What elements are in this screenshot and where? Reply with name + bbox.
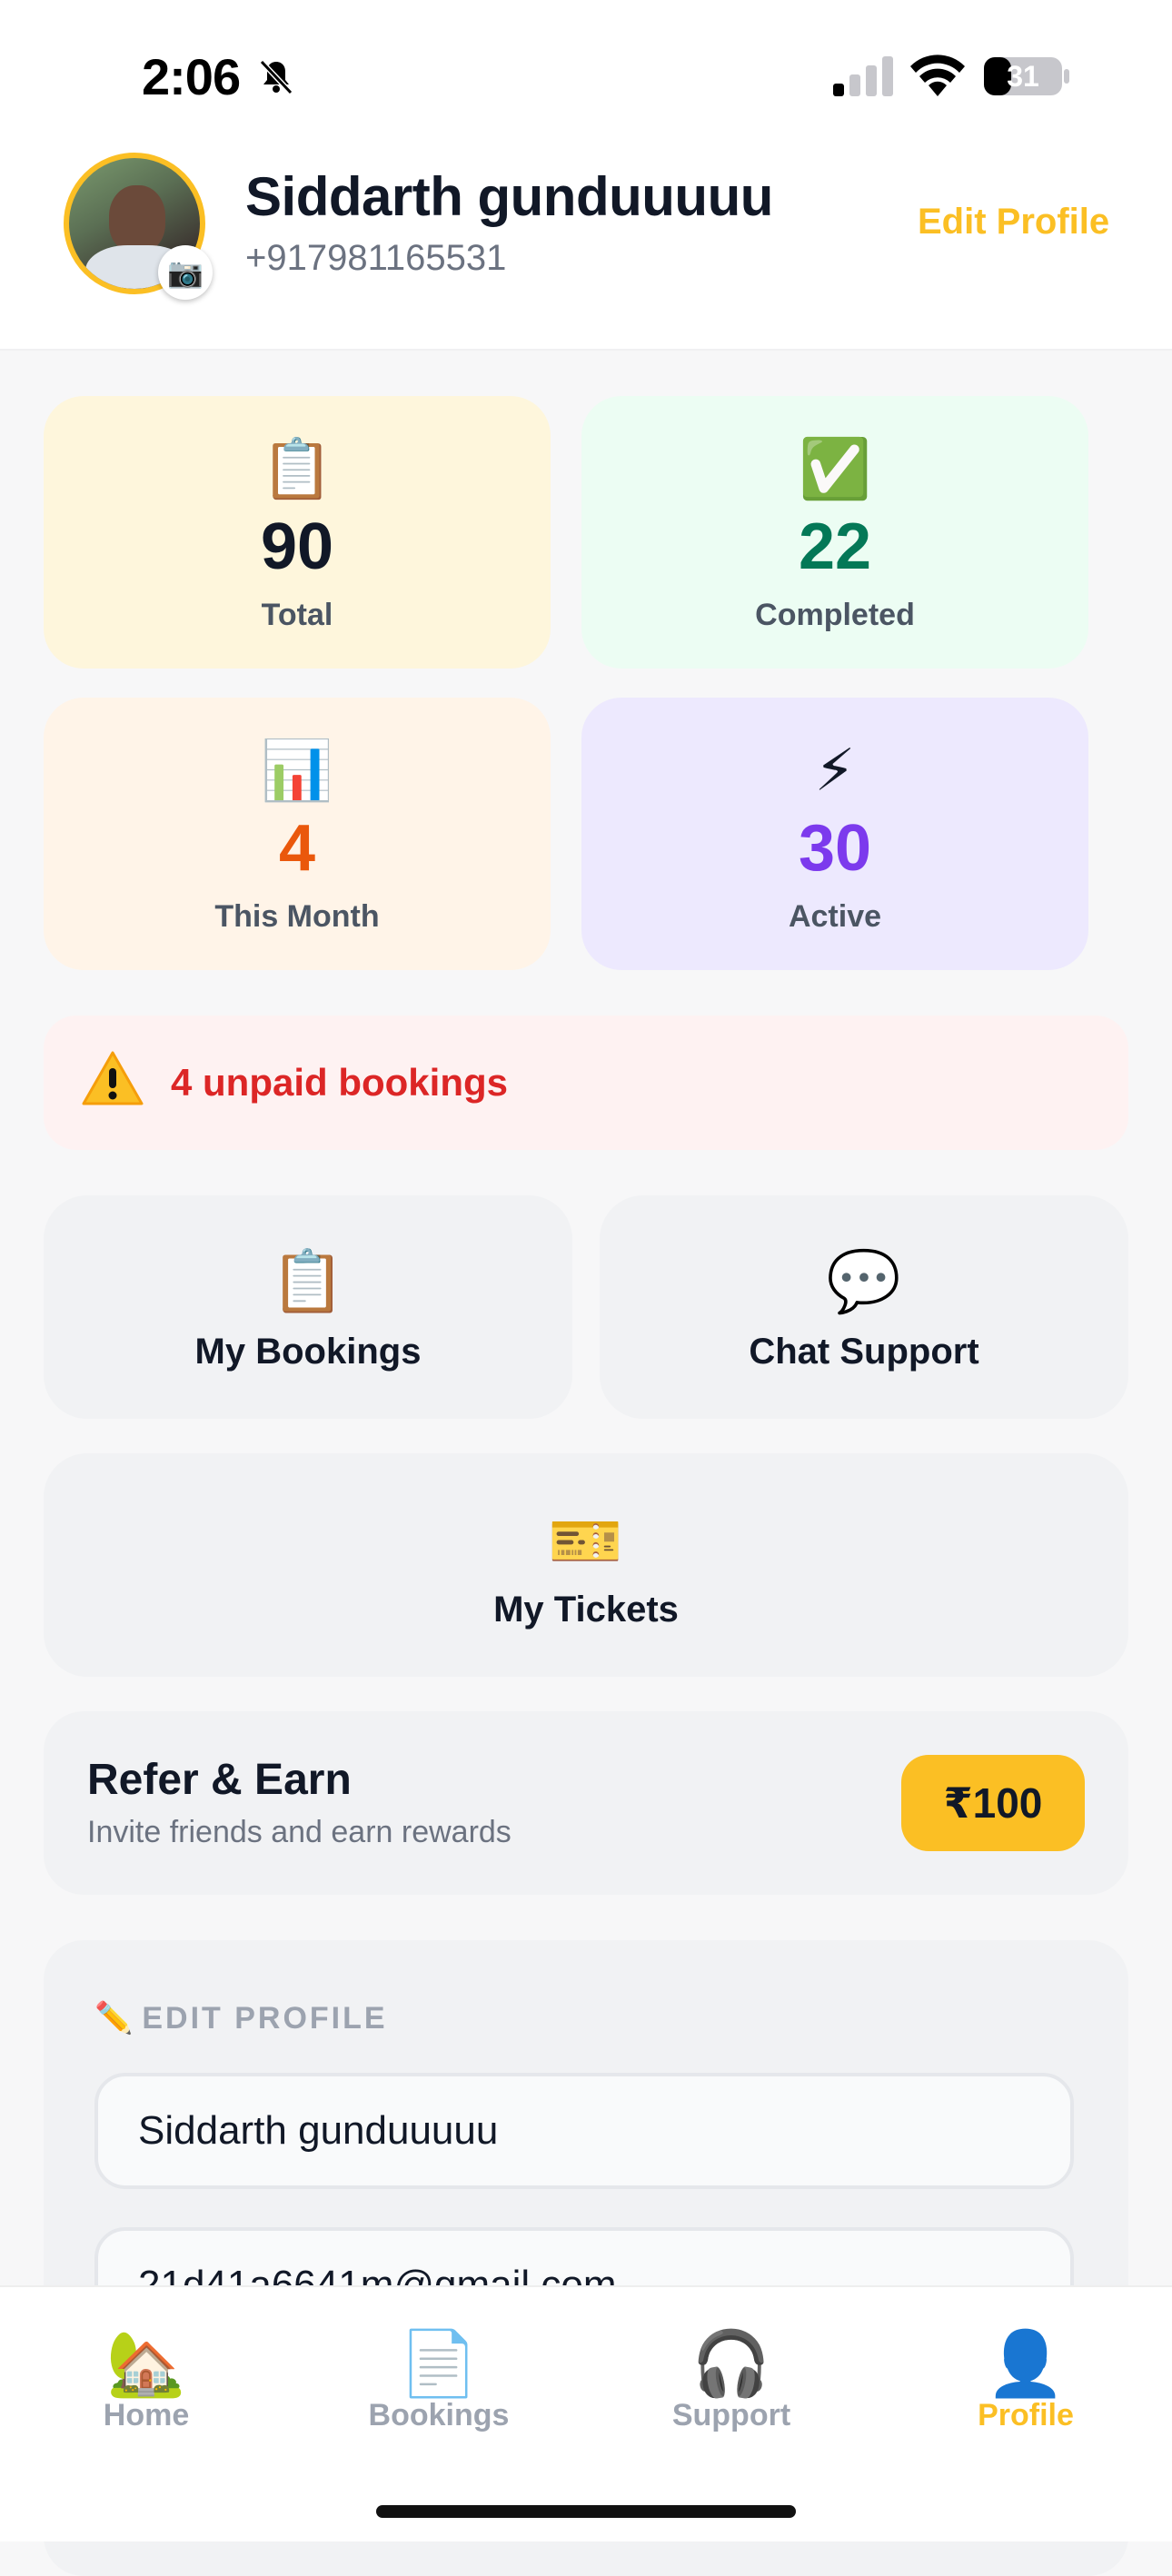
stat-card-this-month: 📊 4 This Month	[44, 698, 551, 970]
home-icon: 🏡	[106, 2328, 186, 2399]
tab-bookings[interactable]: 📄 Bookings	[293, 2287, 585, 2469]
status-time: 2:06	[142, 48, 241, 105]
stat-value: 90	[260, 510, 334, 583]
person-icon: 👤	[986, 2328, 1066, 2399]
lightning-icon: ⚡	[814, 738, 856, 803]
check-mark-icon: ✅	[799, 436, 871, 501]
refer-title: Refer & Earn	[87, 1756, 352, 1804]
stat-label: Completed	[755, 598, 915, 632]
my-tickets-button[interactable]: 🎫 My Tickets	[44, 1453, 1128, 1677]
clipboard-icon: 📋	[270, 1247, 346, 1314]
stat-label: This Month	[214, 899, 380, 934]
profile-name: Siddarth gunduuuuu	[245, 166, 773, 227]
headphones-icon: 🎧	[691, 2328, 771, 2399]
refer-reward-badge[interactable]: ₹100	[901, 1755, 1085, 1851]
speech-bubble-icon: 💬	[826, 1247, 902, 1314]
tab-label: Bookings	[368, 2398, 510, 2432]
wifi-icon	[910, 54, 965, 96]
chat-support-label: Chat Support	[749, 1332, 979, 1372]
stat-card-completed: ✅ 22 Completed	[581, 396, 1088, 669]
cellular-signal-icon	[833, 56, 893, 96]
stat-card-active: ⚡ 30 Active	[581, 698, 1088, 970]
stat-card-total: 📋 90 Total	[44, 396, 551, 669]
bottom-tab-bar: 🏡 Home 📄 Bookings 🎧 Support 👤 Profile	[0, 2285, 1172, 2541]
document-icon: 📄	[399, 2328, 479, 2399]
clipboard-icon: 📋	[261, 436, 333, 501]
stat-value: 22	[798, 510, 872, 583]
home-indicator[interactable]	[376, 2505, 796, 2518]
tab-support[interactable]: 🎧 Support	[585, 2287, 878, 2469]
refer-earn-card[interactable]: Refer & Earn Invite friends and earn rew…	[44, 1711, 1128, 1895]
name-field[interactable]: Siddarth gunduuuuu	[94, 2073, 1074, 2189]
edit-profile-title: ✏️ EDIT PROFILE	[94, 2001, 388, 2036]
stat-value: 4	[278, 812, 316, 885]
my-tickets-label: My Tickets	[493, 1590, 679, 1630]
chat-support-button[interactable]: 💬 Chat Support	[600, 1195, 1128, 1419]
ticket-icon: 🎫	[548, 1507, 624, 1574]
tab-label: Profile	[978, 2398, 1074, 2432]
tab-profile[interactable]: 👤 Profile	[879, 2287, 1172, 2469]
edit-profile-link[interactable]: Edit Profile	[918, 202, 1109, 243]
alert-text: 4 unpaid bookings	[171, 1061, 509, 1104]
stat-label: Active	[788, 899, 882, 934]
status-bar: 2:06 31	[0, 0, 1172, 136]
warning-icon	[82, 1051, 144, 1105]
battery-level: 31	[1007, 60, 1039, 93]
camera-icon[interactable]: 📷	[158, 245, 213, 300]
unpaid-bookings-alert[interactable]: 4 unpaid bookings	[44, 1016, 1128, 1150]
pencil-icon: ✏️	[94, 2001, 134, 2036]
my-bookings-button[interactable]: 📋 My Bookings	[44, 1195, 572, 1419]
profile-phone: +917981165531	[245, 238, 507, 278]
tab-label: Home	[103, 2398, 190, 2432]
tab-label: Support	[671, 2398, 791, 2432]
tab-home[interactable]: 🏡 Home	[0, 2287, 293, 2469]
bar-chart-icon: 📊	[261, 738, 333, 803]
refer-subtitle: Invite friends and earn rewards	[87, 1815, 512, 1849]
bell-muted-icon	[259, 59, 293, 95]
stat-value: 30	[798, 812, 872, 885]
stat-label: Total	[261, 598, 333, 632]
my-bookings-label: My Bookings	[194, 1332, 422, 1372]
